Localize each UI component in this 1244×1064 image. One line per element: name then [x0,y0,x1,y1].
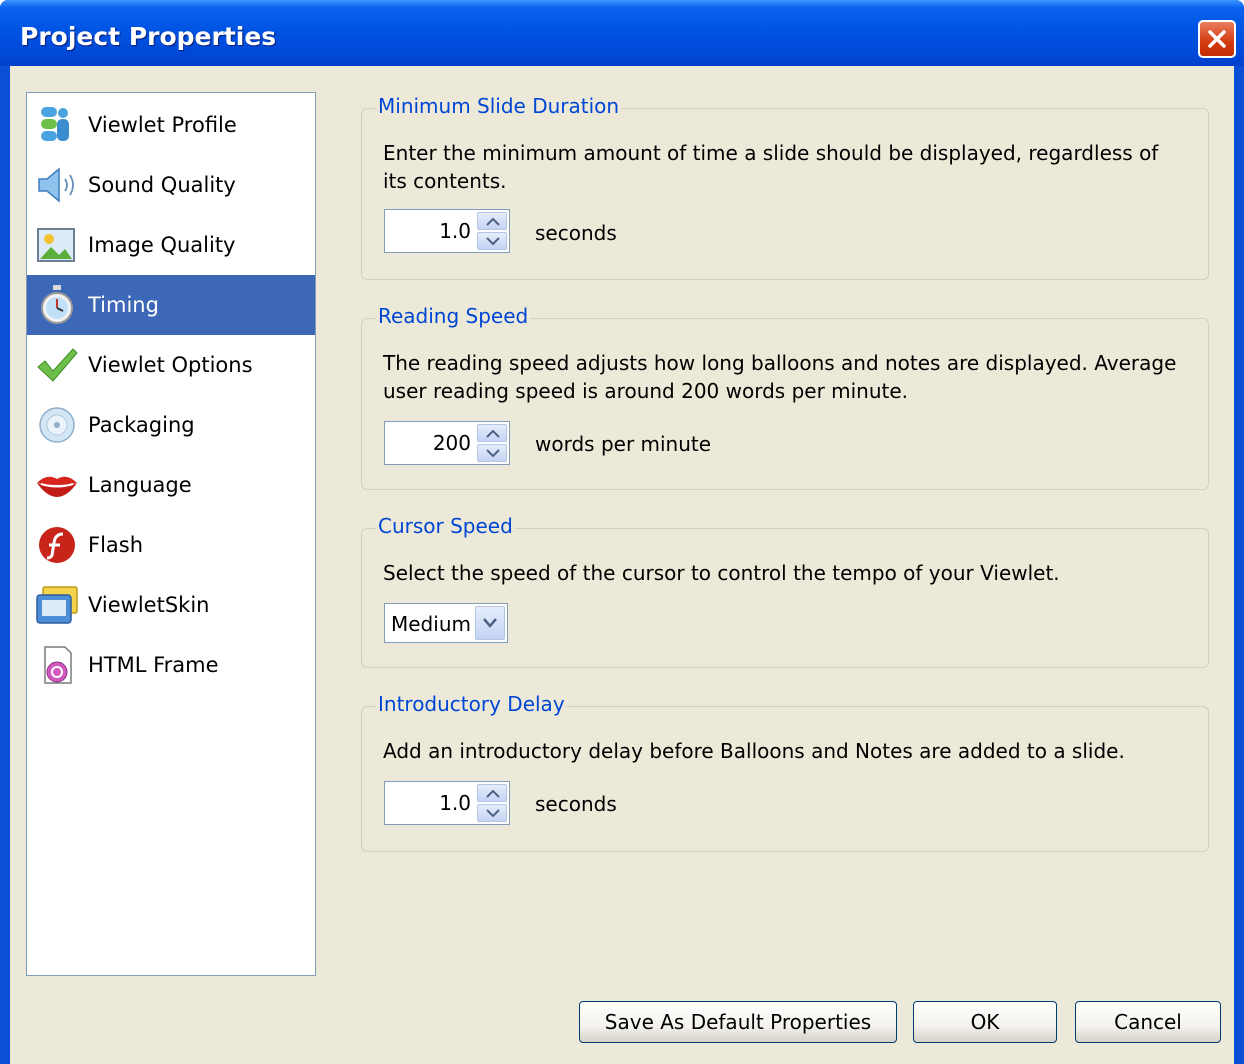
arrow-up-icon [486,217,500,226]
ok-button[interactable]: OK [913,1001,1057,1043]
html-frame-icon [44,646,72,684]
arrow-down-icon [486,449,500,458]
spin-down-button[interactable] [477,444,507,462]
sidebar-item-sound-quality[interactable]: Sound Quality [27,155,315,215]
spinner-value: 1.0 [439,219,471,243]
spinner-value: 200 [432,431,471,455]
spinner-value: 1.0 [439,791,471,815]
flash-icon [39,527,75,563]
sidebar-item-html-frame[interactable]: HTML Frame [27,635,315,695]
group-title: Reading Speed [376,304,531,328]
intro-delay-spinner[interactable]: 1.0 [384,781,510,825]
sidebar-item-language[interactable]: Language [27,455,315,515]
sidebar-item-label: Language [88,473,192,497]
arrow-down-icon [486,809,500,818]
profile-icon [41,107,69,141]
sidebar-item-flash[interactable]: Flash [27,515,315,575]
cancel-button[interactable]: Cancel [1075,1001,1221,1043]
chevron-down-icon [483,618,497,628]
disc-icon [39,407,75,443]
sidebar-item-viewlet-profile[interactable]: Viewlet Profile [27,95,315,155]
reading-speed-spinner[interactable]: 200 [384,421,510,465]
sidebar-item-packaging[interactable]: Packaging [27,395,315,455]
skin-icon [36,586,78,624]
unit-label: words per minute [535,432,712,456]
group-description: Select the speed of the cursor to contro… [383,561,1060,585]
group-description: The reading speed adjusts how long ballo… [383,351,1177,403]
dialog-title: Project Properties [20,22,277,51]
sidebar-item-label: ViewletSkin [88,593,210,617]
spinner-buttons [477,424,507,462]
group-title: Introductory Delay [376,692,567,716]
sidebar-item-label: Image Quality [88,233,236,257]
unit-label: seconds [535,221,617,245]
spin-down-button[interactable] [477,804,507,822]
introductory-delay-group: Introductory Delay Add an introductory d… [361,692,1209,852]
checkmark-icon [37,348,78,382]
sidebar-item-label: Sound Quality [88,173,236,197]
spin-down-button[interactable] [477,232,507,250]
lips-icon [37,476,77,497]
dropdown-button[interactable] [475,606,505,640]
sidebar-item-label: Flash [88,533,144,557]
spinner-buttons [477,784,507,822]
arrow-down-icon [486,237,500,246]
sidebar-item-label: Viewlet Profile [88,113,237,137]
sidebar-item-label: Timing [88,293,159,317]
cursor-speed-select[interactable]: Medium [384,603,508,643]
title-bar[interactable]: Project Properties [0,0,1244,66]
speaker-icon [38,167,74,203]
sidebar-item-timing[interactable]: Timing [27,275,315,335]
spinner-buttons [477,212,507,250]
spin-up-button[interactable] [477,784,507,802]
sidebar-item-viewlet-options[interactable]: Viewlet Options [27,335,315,395]
sidebar-item-label: HTML Frame [88,653,219,677]
category-list: Viewlet Profile Sound Quality Image Qual… [26,92,316,976]
sidebar-item-viewletskin[interactable]: ViewletSkin [27,575,315,635]
select-value: Medium [391,612,471,636]
stopwatch-icon [41,285,73,324]
close-icon [1208,30,1226,48]
close-button[interactable] [1198,20,1236,58]
image-icon [37,228,75,262]
group-description: Add an introductory delay before Balloon… [383,739,1125,763]
spin-up-button[interactable] [477,424,507,442]
arrow-up-icon [486,429,500,438]
sidebar-item-label: Viewlet Options [88,353,253,377]
min-slide-duration-group: Minimum Slide Duration Enter the minimum… [361,94,1209,280]
save-as-default-button[interactable]: Save As Default Properties [579,1001,897,1043]
group-title: Minimum Slide Duration [376,94,622,118]
sidebar-item-image-quality[interactable]: Image Quality [27,215,315,275]
arrow-up-icon [486,789,500,798]
group-description: Enter the minimum amount of time a slide… [383,141,1159,193]
spin-up-button[interactable] [477,212,507,230]
reading-speed-group: Reading Speed The reading speed adjusts … [361,304,1209,490]
cursor-speed-group: Cursor Speed Select the speed of the cur… [361,514,1209,668]
group-title: Cursor Speed [376,514,515,538]
sidebar-item-label: Packaging [88,413,195,437]
unit-label: seconds [535,792,617,816]
min-duration-spinner[interactable]: 1.0 [384,209,510,253]
